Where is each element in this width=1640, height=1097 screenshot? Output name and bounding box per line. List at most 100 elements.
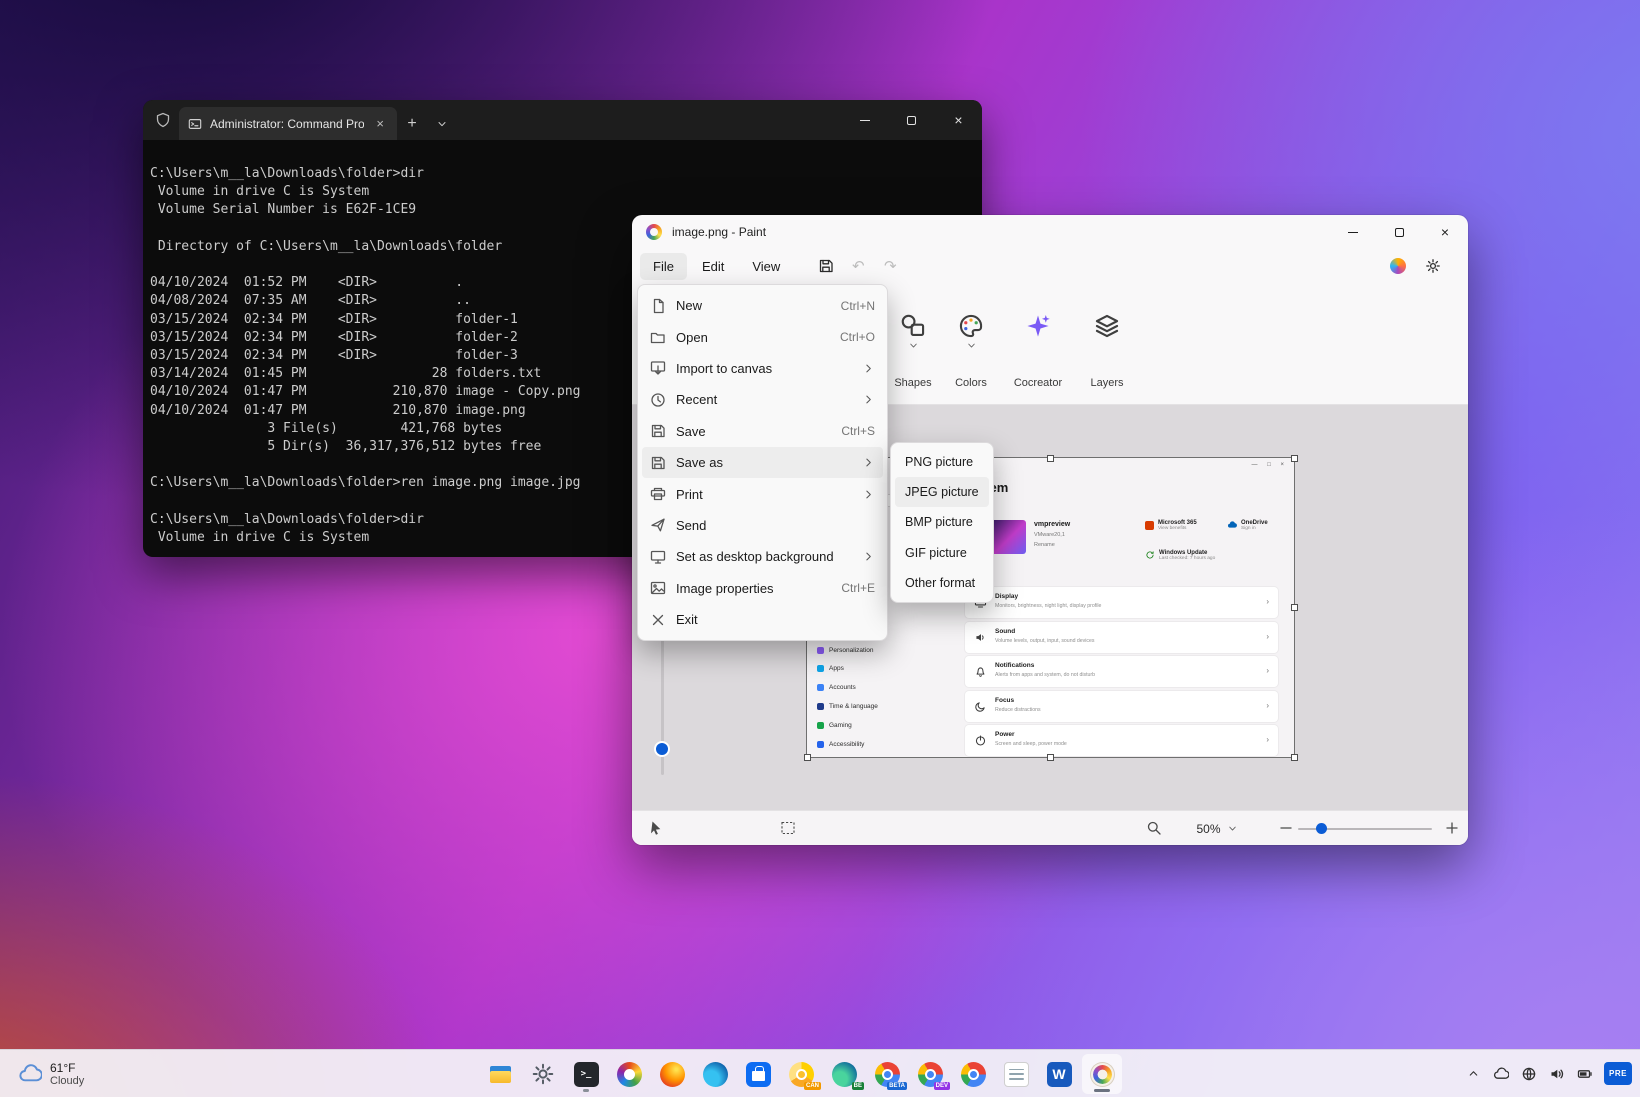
network-icon[interactable]	[1520, 1065, 1538, 1083]
menu-file[interactable]: File	[640, 253, 687, 280]
file-menu-item-print[interactable]: Print	[642, 478, 883, 509]
nav-item-icon	[817, 647, 824, 654]
settings-row-display[interactable]: DisplayMonitors, brightness, night light…	[965, 587, 1278, 618]
taskbar-photos[interactable]	[609, 1054, 649, 1094]
settings-row-sound[interactable]: SoundVolume levels, output, input, sound…	[965, 622, 1278, 653]
save-as-option-bmp-picture[interactable]: BMP picture	[895, 507, 989, 537]
onedrive-tray-icon[interactable]	[1492, 1065, 1510, 1083]
save-as-option-png-picture[interactable]: PNG picture	[895, 447, 989, 477]
save-quick-button[interactable]	[811, 253, 841, 279]
file-menu-item-set-as-desktop-background[interactable]: Set as desktop background	[642, 541, 883, 572]
selection-handle[interactable]	[1291, 604, 1298, 611]
file-menu-item-open[interactable]: OpenCtrl+O	[642, 321, 883, 352]
settings-row-notifications[interactable]: NotificationsAlerts from apps and system…	[965, 656, 1278, 687]
ribbon-group-shapes[interactable]: Shapes	[880, 307, 946, 393]
file-menu-item-save[interactable]: SaveCtrl+S	[642, 416, 883, 447]
quick-link-windows-update[interactable]: Windows UpdateLast checked: 7 hours ago	[1145, 550, 1225, 561]
file-menu-item-import-to-canvas[interactable]: Import to canvas	[642, 353, 883, 384]
taskbar-firefox[interactable]	[652, 1054, 692, 1094]
settings-row-power[interactable]: PowerScreen and sleep, power mode›	[965, 725, 1278, 756]
chevron-right-icon: ›	[1266, 632, 1269, 641]
weather-widget[interactable]: 61°F Cloudy	[8, 1054, 94, 1094]
tray-overflow-chevron-icon[interactable]	[1464, 1065, 1482, 1083]
paint-minimize-button[interactable]	[1330, 215, 1376, 249]
terminal-minimize-button[interactable]	[841, 100, 888, 140]
quick-link-microsoft-365[interactable]: Microsoft 365View benefits	[1145, 520, 1225, 531]
taskbar-chrome-dev[interactable]: DEV	[910, 1054, 950, 1094]
file-menu-item-image-properties[interactable]: Image propertiesCtrl+E	[642, 573, 883, 604]
zoom-level-select[interactable]: 50%	[1184, 817, 1250, 840]
settings-gear-icon[interactable]	[1418, 253, 1448, 279]
settings-row-title: Display	[995, 593, 1018, 600]
save-as-option-jpeg-picture[interactable]: JPEG picture	[895, 477, 989, 507]
device-rename-link[interactable]: Rename	[1034, 542, 1055, 548]
selection-handle[interactable]	[1047, 754, 1054, 761]
paint-icon	[1090, 1062, 1115, 1087]
copilot-icon[interactable]	[1390, 258, 1406, 274]
volume-icon[interactable]	[1548, 1065, 1566, 1083]
settings-nav-time-language[interactable]: Time & language	[817, 698, 955, 714]
ribbon-group-layers[interactable]: Layers	[1074, 307, 1140, 393]
save-as-option-gif-picture[interactable]: GIF picture	[895, 538, 989, 568]
nav-item-label: Personalization	[829, 647, 873, 654]
menu-view[interactable]: View	[739, 253, 793, 280]
save-as-option-other-format[interactable]: Other format	[895, 568, 989, 598]
taskbar-terminal[interactable]: >_	[566, 1054, 606, 1094]
insider-preview-badge[interactable]: PRE	[1604, 1062, 1632, 1085]
new-tab-button[interactable]: +	[397, 107, 427, 140]
settings-nav-gaming[interactable]: Gaming	[817, 717, 955, 733]
scrollbar-thumb[interactable]	[656, 743, 668, 755]
terminal-maximize-button[interactable]	[888, 100, 935, 140]
battery-icon[interactable]	[1576, 1065, 1594, 1083]
ribbon-group-cocreator[interactable]: Cocreator	[1005, 307, 1071, 393]
quick-link-onedrive[interactable]: OneDriveSign in	[1227, 520, 1294, 531]
taskbar-start[interactable]	[437, 1054, 477, 1094]
taskbar-file-explorer[interactable]	[480, 1054, 520, 1094]
taskbar-microsoft-store[interactable]	[738, 1054, 778, 1094]
undo-button[interactable]: ↶	[843, 253, 873, 279]
file-menu-item-send[interactable]: Send	[642, 510, 883, 541]
taskbar-word[interactable]: W	[1039, 1054, 1079, 1094]
zoom-slider[interactable]	[1298, 828, 1432, 830]
taskbar-notepad[interactable]	[996, 1054, 1036, 1094]
selection-handle[interactable]	[1291, 754, 1298, 761]
redo-button[interactable]: ↷	[875, 253, 905, 279]
settings-nav-accessibility[interactable]: Accessibility	[817, 736, 955, 752]
file-menu-item-new[interactable]: NewCtrl+N	[642, 290, 883, 321]
zoom-to-selection-icon[interactable]	[1146, 820, 1162, 836]
settings-nav-apps[interactable]: Apps	[817, 661, 955, 677]
selection-handle[interactable]	[804, 754, 811, 761]
taskbar-chrome[interactable]	[953, 1054, 993, 1094]
new-file-icon	[650, 298, 666, 314]
tab-dropdown-button[interactable]	[427, 107, 457, 140]
file-menu-item-exit[interactable]: Exit	[642, 604, 883, 635]
taskbar-edge[interactable]	[695, 1054, 735, 1094]
terminal-close-button[interactable]: ×	[935, 100, 982, 140]
settings-nav-accounts[interactable]: Accounts	[817, 680, 955, 696]
paint-maximize-button[interactable]	[1376, 215, 1422, 249]
selection-handle[interactable]	[1047, 455, 1054, 462]
taskbar-chrome-beta[interactable]: BETA	[867, 1054, 907, 1094]
file-menu-item-recent[interactable]: Recent	[642, 384, 883, 415]
settings-row-title: Power	[995, 731, 1015, 738]
taskbar-edge-beta[interactable]: BE	[824, 1054, 864, 1094]
selection-handle[interactable]	[1291, 455, 1298, 462]
chevron-right-icon	[862, 550, 875, 563]
file-menu-item-save-as[interactable]: Save as	[642, 447, 883, 478]
ribbon-group-colors[interactable]: Colors	[938, 307, 1004, 393]
tab-close-button[interactable]: ×	[372, 115, 388, 132]
paint-close-button[interactable]: ×	[1422, 215, 1468, 249]
zoom-out-button[interactable]	[1278, 820, 1294, 836]
ribbon-group-label: Layers	[1090, 377, 1123, 393]
taskbar-settings[interactable]	[523, 1054, 563, 1094]
menu-edit[interactable]: Edit	[689, 253, 737, 280]
taskbar-paint[interactable]	[1082, 1054, 1122, 1094]
taskbar-chrome-canary[interactable]: CAN	[781, 1054, 821, 1094]
chevron-right-icon: ›	[1266, 597, 1269, 606]
terminal-tab[interactable]: Administrator: Command Pro ×	[179, 107, 397, 140]
zoom-in-button[interactable]	[1444, 820, 1460, 836]
running-indicator	[583, 1089, 589, 1092]
settings-nav-personalization[interactable]: Personalization	[817, 642, 955, 658]
settings-row-focus[interactable]: FocusReduce distractions›	[965, 691, 1278, 722]
zoom-slider-thumb[interactable]	[1316, 823, 1327, 834]
